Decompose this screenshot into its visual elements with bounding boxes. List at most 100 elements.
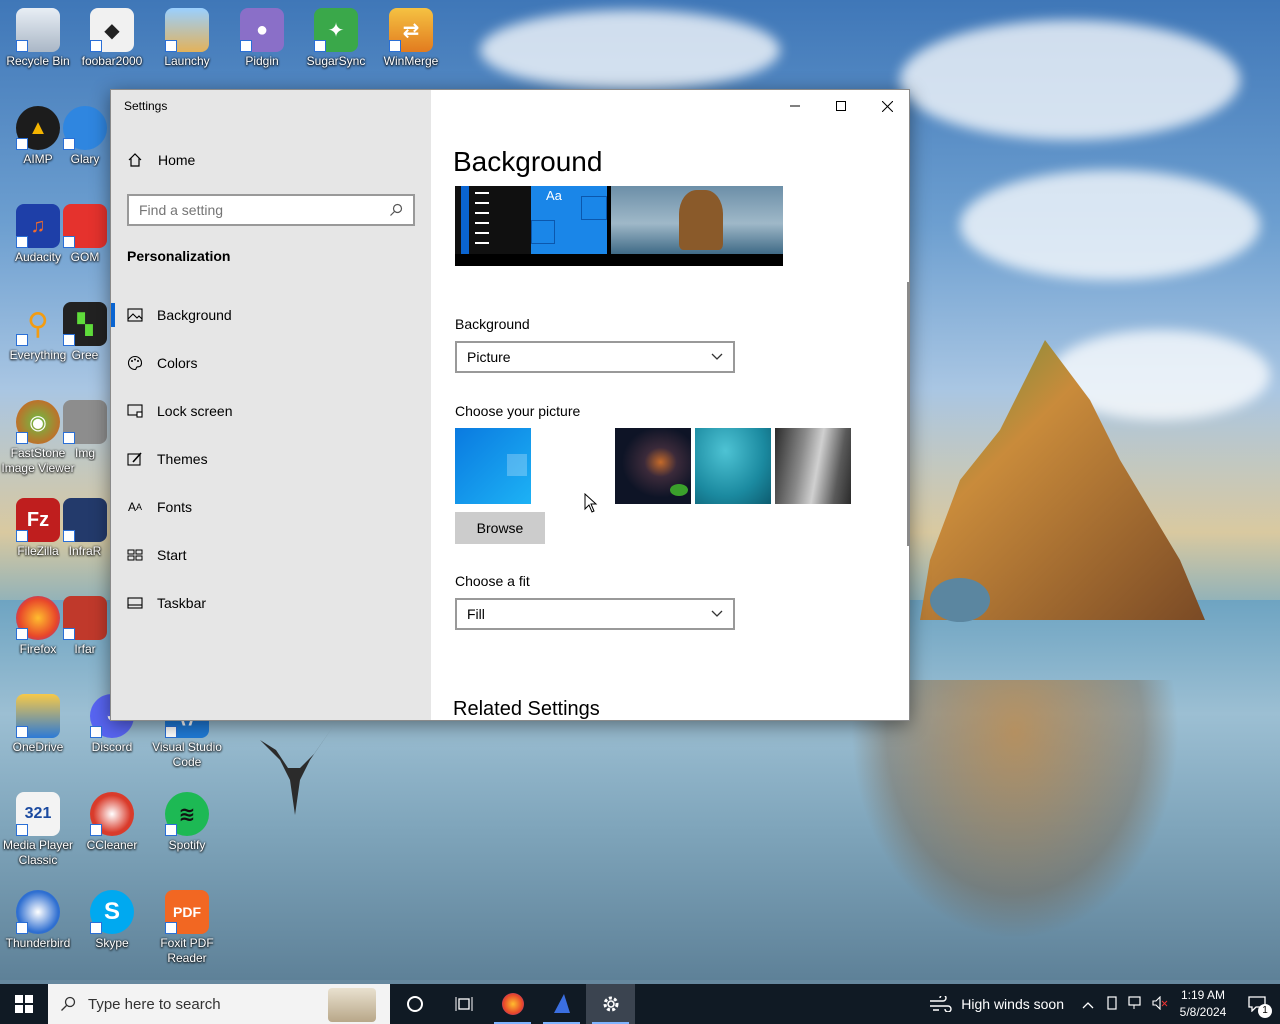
preview-wallpaper [611, 186, 783, 254]
maximize-button[interactable] [818, 90, 864, 122]
desktop-icon-sugarsync[interactable]: ✦ SugarSync [298, 8, 374, 69]
desktop-icon-onedrive[interactable]: OneDrive [0, 694, 76, 755]
desktop-icon-label: Pidgin [245, 54, 279, 68]
nav-item-label: Themes [157, 451, 208, 467]
desktop-icon-thunderbird[interactable]: Thunderbird [0, 890, 76, 951]
nav-item-fonts[interactable]: AA Fonts [111, 487, 431, 527]
desktop-icon-pidgin[interactable]: ● Pidgin [224, 8, 300, 69]
taskbar-search-placeholder: Type here to search [88, 995, 221, 1013]
minimize-icon [790, 105, 800, 107]
desktop-icon-gom[interactable]: GOM [60, 204, 110, 265]
search-highlight-illustration [328, 988, 376, 1022]
shark-fin-icon [553, 994, 570, 1013]
close-icon [881, 100, 893, 112]
desktop-icon-foobar2000[interactable]: ◆ foobar2000 [74, 8, 150, 69]
desktop-icon-spotify[interactable]: ≋ Spotify [149, 792, 225, 853]
desktop-icon-label: Glary [70, 152, 100, 166]
background-type-dropdown[interactable]: Picture [455, 341, 735, 373]
firefox-icon [16, 596, 60, 640]
action-center-button[interactable]: 1 [1234, 984, 1280, 1024]
minimize-button[interactable] [772, 90, 818, 122]
settings-search-input[interactable] [139, 202, 379, 218]
nav-item-start[interactable]: Start [111, 535, 431, 575]
desktop-icon-glary[interactable]: Glary [60, 106, 110, 167]
nav-item-label: Fonts [157, 499, 193, 515]
desktop-icon-label: Spotify [168, 838, 206, 852]
wind-icon [930, 996, 952, 1012]
desktop-icon-label: Irfar [74, 642, 96, 656]
picture-thumb-windows[interactable] [455, 428, 531, 504]
wallpaper-cloud [900, 20, 1240, 140]
desktop-icon-label: Thunderbird [5, 936, 71, 950]
ccleaner-icon [90, 792, 134, 836]
content-scrollbar[interactable] [907, 282, 909, 546]
desktop-icon-winmerge[interactable]: ⇄ WinMerge [373, 8, 449, 69]
task-view-button[interactable] [439, 984, 488, 1024]
picture-thumb-night-sky[interactable] [615, 428, 691, 504]
picture-thumb-waterfall[interactable] [775, 428, 851, 504]
nav-item-taskbar[interactable]: Taskbar [111, 583, 431, 623]
desktop-icon-label: Launchy [164, 54, 210, 68]
maximize-icon [836, 101, 846, 111]
volume-button[interactable] [1148, 995, 1172, 1013]
browse-button[interactable]: Browse [455, 512, 545, 544]
taskbar-firefox[interactable] [488, 984, 537, 1024]
recycle-bin-icon [16, 8, 60, 52]
desktop-icon-label: Skype [95, 936, 129, 950]
desktop-icon-ccleaner[interactable]: CCleaner [74, 792, 150, 853]
choose-picture-label: Choose your picture [455, 403, 581, 419]
desktop-icon-img[interactable]: Img [60, 400, 110, 461]
gom-icon [63, 204, 107, 248]
nav-item-colors[interactable]: Colors [111, 343, 431, 383]
desktop-icon-gree[interactable]: ▚ Gree [60, 302, 110, 363]
desktop-icon-launchy[interactable]: Launchy [149, 8, 225, 69]
themes-brush-icon [111, 451, 157, 467]
winmerge-icon: ⇄ [389, 8, 433, 52]
gear-icon [603, 996, 618, 1012]
desktop-icon-label: WinMerge [383, 54, 439, 68]
nav-item-themes[interactable]: Themes [111, 439, 431, 479]
faststone-eye-icon: ◉ [16, 400, 60, 444]
settings-search-box[interactable] [127, 194, 415, 226]
desktop-icon-label: SugarSync [306, 54, 366, 68]
desktop-icon-label: Foxit PDF Reader [160, 936, 214, 965]
taskbar-clock[interactable]: 1:19 AM 5/8/2024 [1172, 987, 1234, 1021]
taskbar-settings[interactable] [586, 984, 635, 1024]
desktop-icon-mpc[interactable]: 321 Media Player Classic [0, 792, 76, 868]
desktop-icon-recycle-bin[interactable]: Recycle Bin [0, 8, 76, 69]
desktop-icon-foxit[interactable]: PDF Foxit PDF Reader [149, 890, 225, 966]
nav-home[interactable]: Home [127, 152, 195, 168]
nav-item-background[interactable]: Background [111, 295, 431, 335]
weather-widget[interactable]: High winds soon [917, 996, 1076, 1012]
preview-start-menu [455, 186, 531, 254]
nav-section-heading: Personalization [127, 248, 231, 264]
clock-time: 1:19 AM [1180, 988, 1226, 1002]
audacity-icon: ♫ [16, 204, 60, 248]
search-icon [61, 996, 76, 1011]
close-button[interactable] [864, 90, 909, 122]
cortana-circle-icon [406, 996, 423, 1012]
taskbar-app-shark[interactable] [537, 984, 586, 1024]
preview-taskbar [455, 254, 783, 266]
desktop-icon-skype[interactable]: S Skype [74, 890, 150, 951]
cortana-button[interactable] [390, 984, 439, 1024]
palette-icon [111, 355, 157, 371]
nav-item-lock-screen[interactable]: Lock screen [111, 391, 431, 431]
tray-device-button[interactable] [1100, 995, 1124, 1013]
start-button[interactable] [0, 984, 48, 1024]
taskbar-search-box[interactable]: Type here to search [48, 984, 390, 1024]
task-view-icon [455, 997, 472, 1011]
search-icon [390, 203, 403, 216]
aimp-icon: ▲ [16, 106, 60, 150]
settings-window[interactable]: Settings Home Personalization Background [110, 89, 910, 721]
taskbar-icon [111, 597, 157, 609]
desktop-icon-label: Discord [91, 740, 133, 754]
home-icon [128, 153, 142, 167]
desktop-icon-infrarecorder[interactable]: InfraR [60, 498, 110, 559]
picture-thumb-underwater[interactable] [695, 428, 771, 504]
show-hidden-icons-button[interactable] [1076, 996, 1100, 1012]
desktop-icon-irfanview[interactable]: Irfar [60, 596, 110, 657]
greenshot-icon: ▚ [63, 302, 107, 346]
fit-dropdown[interactable]: Fill [455, 598, 735, 630]
network-button[interactable] [1124, 995, 1148, 1013]
